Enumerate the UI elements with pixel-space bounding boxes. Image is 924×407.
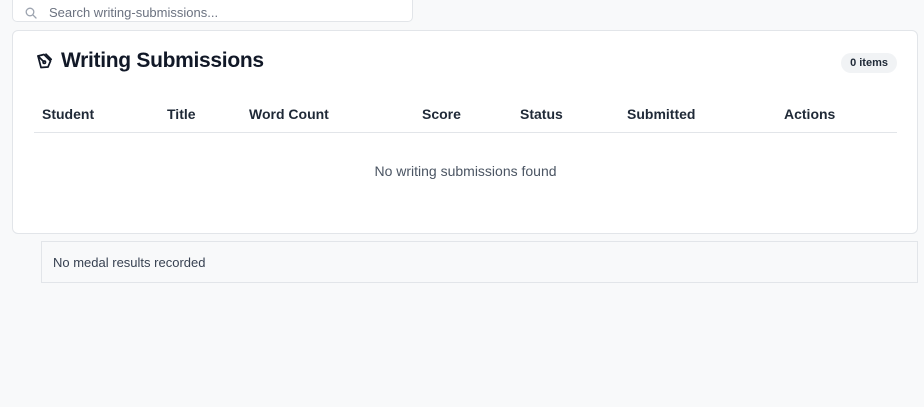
column-header-status[interactable]: Status [520,106,563,122]
column-header-title[interactable]: Title [167,106,196,122]
medal-empty-message: No medal results recorded [53,255,206,270]
column-header-score[interactable]: Score [422,106,461,122]
column-header-actions: Actions [784,106,836,122]
search-icon [25,6,37,19]
pen-tool-icon [35,52,53,70]
writing-submissions-panel: Writing Submissions 0 items Student Titl… [12,30,918,234]
medal-results-box: No medal results recorded [41,241,918,283]
item-count-badge: 0 items [841,53,897,73]
search-input[interactable] [49,4,389,20]
table-header-row: Student Title Word Count Score Status Su… [34,97,897,133]
search-box[interactable] [12,0,413,22]
empty-table-message: No writing submissions found [374,163,557,179]
column-header-student[interactable]: Student [42,106,94,122]
column-header-word-count[interactable]: Word Count [249,106,329,122]
page-title: Writing Submissions [61,49,264,72]
column-header-submitted[interactable]: Submitted [627,106,695,122]
panel-header: Writing Submissions [35,49,264,73]
